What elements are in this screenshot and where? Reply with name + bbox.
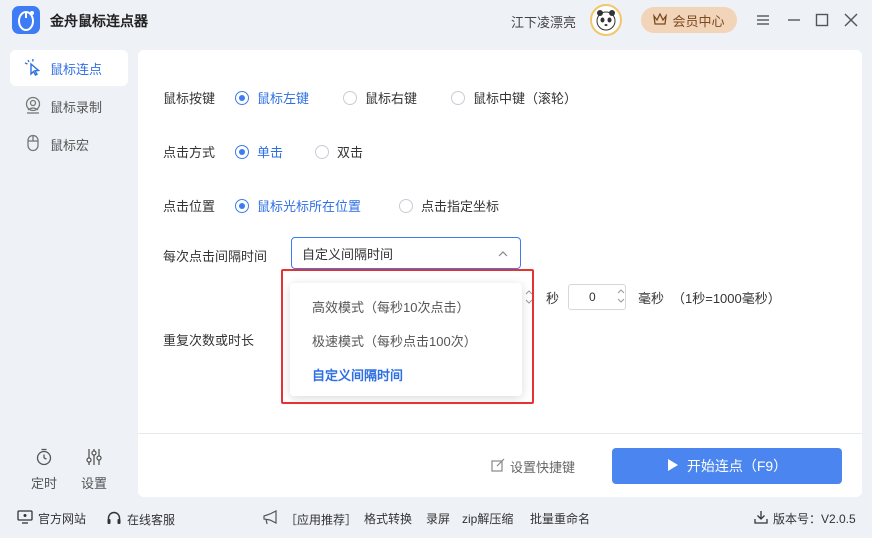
- radio-dot: [235, 144, 249, 159]
- timer-label: 定时: [30, 476, 57, 491]
- clock-icon: [35, 448, 53, 469]
- edit-icon: [491, 458, 505, 475]
- radio-dot: [315, 144, 329, 159]
- sidebar-item-label: 鼠标连点: [50, 61, 103, 77]
- format-convert-link[interactable]: 格式转换: [364, 510, 412, 527]
- support-label: 在线客服: [127, 513, 176, 527]
- mouse-icon: [24, 134, 42, 155]
- recommend-label: ［应用推荐］: [285, 513, 358, 527]
- radio-dot: [399, 198, 413, 213]
- official-website-link[interactable]: 官方网站: [17, 510, 86, 527]
- radio-label: 鼠标光标所在位置: [257, 199, 362, 214]
- unit-note: （1秒=1000毫秒）: [672, 291, 781, 306]
- minimize-icon[interactable]: [783, 9, 805, 31]
- radio-right-button[interactable]: 鼠标右键: [343, 88, 417, 107]
- milliseconds-unit: 毫秒: [638, 291, 665, 306]
- website-label: 官方网站: [38, 512, 87, 526]
- radio-label: 鼠标中键（滚轮）: [473, 91, 578, 106]
- title-bar: 金舟鼠标连点器 江下凌漂亮 会员中心: [0, 0, 872, 40]
- menu-icon[interactable]: [752, 9, 774, 31]
- shortcut-settings-button[interactable]: 设置快捷键: [491, 457, 575, 476]
- divider: [138, 433, 862, 434]
- start-clicking-button[interactable]: 开始连点（F9）: [612, 448, 842, 484]
- sidebar-item-mouse-record[interactable]: 鼠标录制: [10, 88, 128, 124]
- start-label: 开始连点（F9）: [686, 458, 788, 474]
- radio-dot: [343, 90, 357, 105]
- app-title: 金舟鼠标连点器: [50, 13, 148, 29]
- radio-label: 鼠标右键: [365, 91, 418, 106]
- cursor-click-icon: [24, 58, 42, 79]
- radio-dot: [235, 198, 249, 213]
- settings-label: 设置: [80, 476, 107, 491]
- online-support-link[interactable]: 在线客服: [106, 510, 175, 529]
- username: 江下凌漂亮: [511, 15, 577, 30]
- crown-icon: [653, 12, 668, 28]
- sidebar-tools: 定时 设置: [0, 448, 138, 498]
- batch-rename-link[interactable]: 批量重命名: [530, 510, 590, 527]
- radio-cursor-position[interactable]: 鼠标光标所在位置: [235, 196, 361, 215]
- radio-fixed-coordinate[interactable]: 点击指定坐标: [399, 196, 499, 215]
- settings-button[interactable]: 设置: [74, 448, 114, 492]
- zip-extract-link[interactable]: zip解压缩: [462, 510, 513, 527]
- sidebar-item-mouse-click[interactable]: 鼠标连点: [10, 50, 128, 86]
- close-icon[interactable]: [840, 9, 862, 31]
- interval-label: 每次点击间隔时间: [163, 249, 268, 264]
- radio-dot: [235, 90, 249, 105]
- interval-select-value: 自定义间隔时间: [302, 246, 394, 262]
- vip-center-label: 会员中心: [672, 13, 725, 29]
- monitor-icon: [17, 510, 33, 527]
- shortcut-label: 设置快捷键: [510, 460, 576, 475]
- app-recommend: ［应用推荐］: [262, 510, 357, 529]
- radio-label: 双击: [337, 145, 364, 160]
- mouse-button-label: 鼠标按键: [163, 91, 216, 106]
- timer-button[interactable]: 定时: [24, 448, 64, 492]
- headset-icon: [106, 510, 122, 529]
- vip-center-button[interactable]: 会员中心: [641, 7, 737, 33]
- highlight-box: [281, 269, 534, 404]
- app-logo: [12, 6, 40, 34]
- radio-label: 鼠标左键: [257, 91, 310, 106]
- sidebar: 鼠标连点 鼠标录制 鼠标宏 定时 设置: [0, 40, 138, 500]
- radio-left-button[interactable]: 鼠标左键: [235, 88, 309, 107]
- megaphone-icon: [262, 510, 280, 529]
- maximize-icon[interactable]: [811, 9, 833, 31]
- interval-select[interactable]: 自定义间隔时间: [291, 237, 521, 269]
- footer: 官方网站 在线客服 ［应用推荐］ 格式转换 录屏 zip解压缩 批量重命名 版本…: [0, 500, 872, 538]
- sliders-icon: [85, 448, 103, 469]
- radio-dot: [451, 90, 465, 105]
- radio-label: 点击指定坐标: [421, 199, 500, 214]
- play-icon: [667, 458, 679, 475]
- milliseconds-stepper[interactable]: [616, 286, 626, 309]
- repeat-label: 重复次数或时长: [163, 333, 255, 348]
- record-icon: [24, 96, 42, 117]
- radio-middle-button[interactable]: 鼠标中键（滚轮）: [451, 88, 577, 107]
- click-position-label: 点击位置: [163, 199, 216, 214]
- seconds-unit: 秒: [546, 291, 560, 306]
- sidebar-item-label: 鼠标宏: [50, 137, 90, 153]
- chevron-up-icon: [498, 247, 508, 262]
- avatar[interactable]: [590, 4, 622, 36]
- click-mode-label: 点击方式: [163, 145, 216, 160]
- radio-double-click[interactable]: 双击: [315, 142, 363, 161]
- screen-record-link[interactable]: 录屏: [426, 510, 450, 527]
- radio-single-click[interactable]: 单击: [235, 142, 283, 161]
- version-info: 版本号：V2.0.5: [754, 510, 856, 527]
- radio-label: 单击: [257, 145, 284, 160]
- sidebar-item-mouse-macro[interactable]: 鼠标宏: [10, 126, 128, 162]
- sidebar-item-label: 鼠标录制: [50, 99, 103, 115]
- version-label: 版本号：V2.0.5: [773, 512, 856, 526]
- download-icon: [754, 510, 768, 527]
